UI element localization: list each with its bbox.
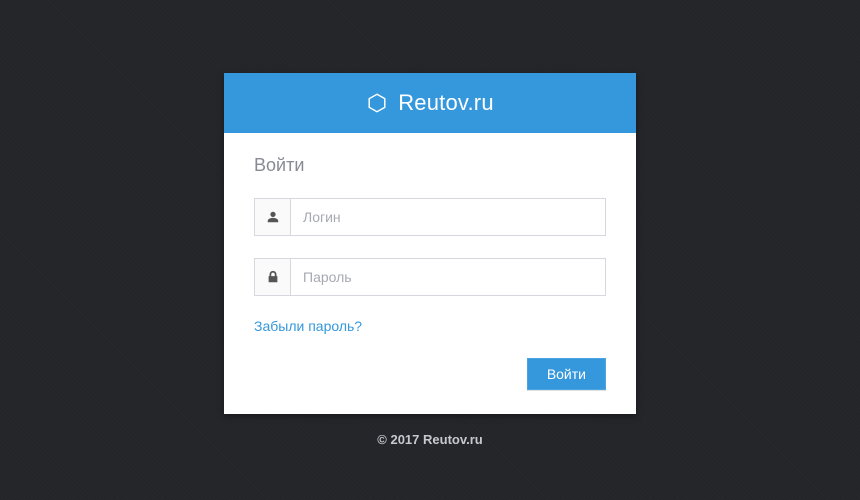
forgot-password: Забыли пароль? bbox=[254, 318, 606, 336]
card-body: Войти Забыли пароль? Войти bbox=[224, 133, 636, 414]
login-input[interactable] bbox=[291, 199, 605, 235]
form-title: Войти bbox=[254, 155, 606, 176]
lock-icon bbox=[255, 259, 291, 295]
login-card: Reutov.ru Войти Забыли пароль? Войти bbox=[224, 73, 636, 414]
login-input-group bbox=[254, 198, 606, 236]
hexagon-icon bbox=[366, 92, 388, 114]
brand-title: Reutov.ru bbox=[398, 90, 494, 116]
password-input[interactable] bbox=[291, 259, 605, 295]
submit-button[interactable]: Войти bbox=[527, 358, 606, 390]
user-icon bbox=[255, 199, 291, 235]
page-footer: © 2017 Reutov.ru bbox=[377, 432, 482, 447]
form-actions: Войти bbox=[254, 358, 606, 390]
password-input-group bbox=[254, 258, 606, 296]
card-header: Reutov.ru bbox=[224, 73, 636, 133]
forgot-password-link[interactable]: Забыли пароль? bbox=[254, 318, 362, 334]
